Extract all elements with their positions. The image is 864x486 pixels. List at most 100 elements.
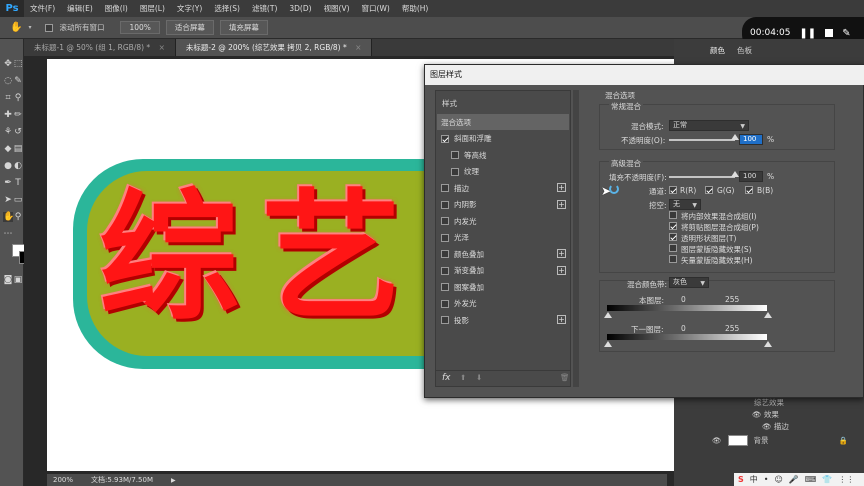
arrow-down-icon[interactable]: ⬇ [476, 373, 482, 382]
mic-icon[interactable]: 🎤 [789, 475, 799, 484]
style-checkbox[interactable] [441, 266, 449, 275]
fx-button[interactable]: fx [442, 373, 451, 383]
advanced-option-checkbox[interactable] [669, 222, 677, 230]
style-checkbox[interactable] [441, 200, 449, 209]
healing-brush-tool-icon[interactable]: ✚ [3, 110, 13, 120]
screen-mode-icon[interactable]: ▣ [13, 275, 23, 285]
add-style-icon[interactable]: + [557, 265, 566, 275]
fill-opacity-slider[interactable] [669, 176, 735, 178]
tab-swatches[interactable]: 色板 [737, 45, 752, 56]
opacity-input[interactable]: 100 [739, 134, 763, 145]
fit-screen-button[interactable]: 适合屏幕 [165, 20, 214, 35]
style-checkbox[interactable] [441, 250, 449, 258]
opacity-slider-thumb[interactable] [731, 134, 739, 140]
eye-icon[interactable]: 👁 [712, 436, 722, 445]
menu-type[interactable]: 文字(Y) [171, 3, 208, 14]
underlying-low-thumb[interactable] [604, 341, 612, 347]
blend-if-select[interactable]: 灰色 ▼ [669, 277, 709, 288]
add-style-icon[interactable]: + [557, 249, 566, 258]
style-checkbox[interactable] [451, 167, 459, 176]
tab-color[interactable]: 颜色 [710, 45, 725, 56]
chinese-mode-icon[interactable]: 中 [750, 474, 758, 485]
menu-window[interactable]: 窗口(W) [356, 3, 396, 14]
blend-mode-select[interactable]: 正常 ▼ [669, 120, 749, 131]
menu-image[interactable]: 图像(I) [99, 3, 134, 14]
style-item[interactable]: 内发光 [437, 213, 569, 229]
quick-mask-icon[interactable]: ◙ [3, 275, 13, 285]
arrow-up-icon[interactable]: ⬆ [460, 373, 466, 382]
clone-stamp-tool-icon[interactable]: ⚘ [3, 127, 13, 137]
this-layer-low-thumb[interactable] [604, 312, 612, 318]
dialog-title[interactable]: 图层样式 [425, 65, 864, 85]
channel-b-checkbox[interactable] [745, 186, 753, 194]
type-tool-icon[interactable]: T [13, 178, 23, 188]
style-item[interactable]: 内阴影 + [437, 197, 569, 213]
tab-document-2[interactable]: 未标题-2 @ 200% (综艺效果 拷贝 2, RGB/8) * × [175, 39, 373, 56]
shape-tool-icon[interactable]: ▭ [13, 195, 23, 205]
add-style-icon[interactable]: + [557, 315, 566, 324]
zoom-readout[interactable]: 200% [53, 476, 73, 484]
style-item[interactable]: 混合选项 [437, 114, 569, 130]
punctuation-icon[interactable]: • [764, 475, 769, 484]
menu-select[interactable]: 选择(S) [208, 3, 246, 14]
style-checkbox[interactable] [441, 184, 449, 192]
pen-tool-icon[interactable]: ✒ [3, 178, 13, 188]
input-method-icon[interactable]: S [738, 475, 744, 484]
crop-tool-icon[interactable]: ⌗ [3, 93, 13, 103]
style-item[interactable]: 纹理 [437, 164, 569, 180]
path-select-tool-icon[interactable]: ➤ [3, 195, 13, 205]
underlying-high-thumb[interactable] [764, 341, 772, 347]
advanced-option-checkbox[interactable] [669, 211, 677, 219]
layer-row-background[interactable]: 👁 背景 🔒 [712, 432, 864, 448]
menu-edit[interactable]: 编辑(E) [61, 3, 99, 14]
style-item[interactable]: 等高线 [437, 147, 569, 163]
keyboard-icon[interactable]: ⌨ [805, 475, 817, 484]
underlying-layer-gradient[interactable] [607, 334, 767, 340]
advanced-option-checkbox[interactable] [669, 244, 677, 252]
style-item[interactable]: 光泽 [437, 230, 569, 246]
style-item[interactable]: 描边 + [437, 180, 569, 196]
style-checkbox[interactable] [441, 316, 449, 324]
pause-icon[interactable]: ❚❚ [799, 28, 816, 39]
lasso-tool-icon[interactable]: ◌ [3, 76, 13, 86]
fill-opacity-input[interactable]: 100 [739, 171, 763, 182]
style-item[interactable]: 斜面和浮雕 [437, 131, 569, 147]
this-layer-high-thumb[interactable] [764, 312, 772, 318]
fill-opacity-slider-thumb[interactable] [731, 171, 739, 177]
list-scrollbar[interactable] [573, 90, 579, 387]
eyedropper-tool-icon[interactable]: ⚲ [13, 93, 23, 103]
layer-row-group[interactable]: 综艺效果 [754, 397, 864, 409]
style-checkbox[interactable] [441, 233, 449, 242]
menu-view[interactable]: 视图(V) [318, 3, 356, 14]
style-checkbox[interactable] [441, 134, 449, 143]
advanced-option-checkbox[interactable] [669, 233, 677, 241]
style-item[interactable]: 投影 + [437, 312, 569, 328]
move-tool-icon[interactable]: ✥ [3, 59, 13, 69]
tool-preset-dropdown-icon[interactable]: ▾ [28, 24, 31, 31]
eraser-tool-icon[interactable]: ◆ [3, 144, 13, 154]
channel-r-checkbox[interactable] [669, 186, 677, 194]
hand-tool-icon[interactable]: ✋ [3, 212, 14, 222]
fill-screen-button[interactable]: 填充屏幕 [219, 20, 268, 35]
history-brush-tool-icon[interactable]: ↺ [13, 127, 23, 137]
advanced-option-checkbox[interactable] [669, 255, 677, 263]
this-layer-gradient[interactable] [607, 305, 767, 311]
hand-tool-icon[interactable]: ✋ [10, 22, 22, 33]
eye-icon[interactable]: 👁 [752, 410, 762, 419]
user-icon[interactable]: 👕 [822, 475, 832, 484]
menu-help[interactable]: 帮助(H) [396, 3, 435, 14]
tab-document-1[interactable]: 未标题-1 @ 50% (组 1, RGB/8) * × [24, 39, 176, 56]
emoji-icon[interactable]: ☺ [774, 475, 782, 484]
style-checkbox[interactable] [441, 299, 449, 308]
zoom-tool-icon[interactable]: ⚲ [13, 212, 23, 222]
opacity-slider[interactable] [669, 139, 735, 141]
blur-tool-icon[interactable]: ● [3, 161, 13, 171]
style-item[interactable]: 颜色叠加 + [437, 246, 569, 262]
style-checkbox[interactable] [451, 151, 459, 159]
layer-row-effects[interactable]: 👁 效果 [752, 409, 864, 421]
eye-icon[interactable]: 👁 [762, 422, 772, 431]
stop-icon[interactable] [825, 29, 834, 37]
more-tools-icon[interactable]: ⋯ [3, 229, 13, 239]
add-style-icon[interactable]: + [557, 183, 566, 192]
status-arrow-icon[interactable]: ▶ [171, 477, 176, 484]
